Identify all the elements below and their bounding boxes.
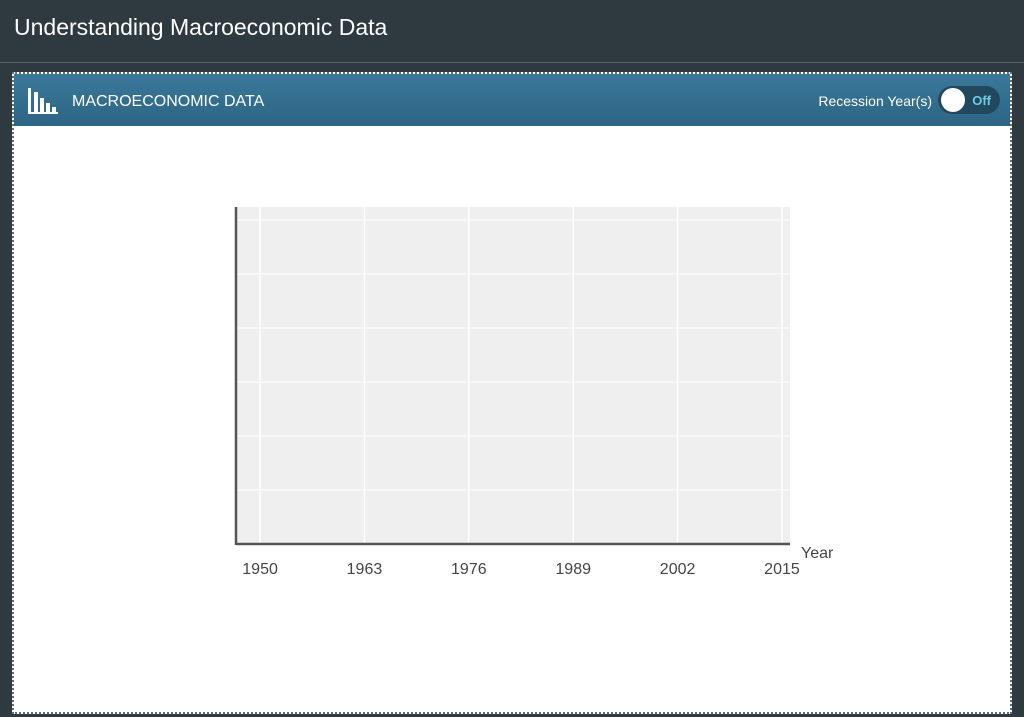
x-tick-labels: 1950 1963 1976 1989 2002 2015 bbox=[242, 561, 800, 578]
x-tick-label: 1976 bbox=[451, 561, 487, 578]
x-axis-title: Year bbox=[801, 545, 834, 562]
x-tick-label: 2002 bbox=[660, 561, 696, 578]
x-tick-label: 1989 bbox=[555, 561, 591, 578]
chart: 1950 1963 1976 1989 2002 2015 Year bbox=[234, 207, 834, 578]
x-tick-label: 1963 bbox=[347, 561, 383, 578]
x-tick-label: 2015 bbox=[764, 561, 800, 578]
plot-area bbox=[236, 207, 790, 544]
x-tick-label: 1950 bbox=[242, 561, 278, 578]
